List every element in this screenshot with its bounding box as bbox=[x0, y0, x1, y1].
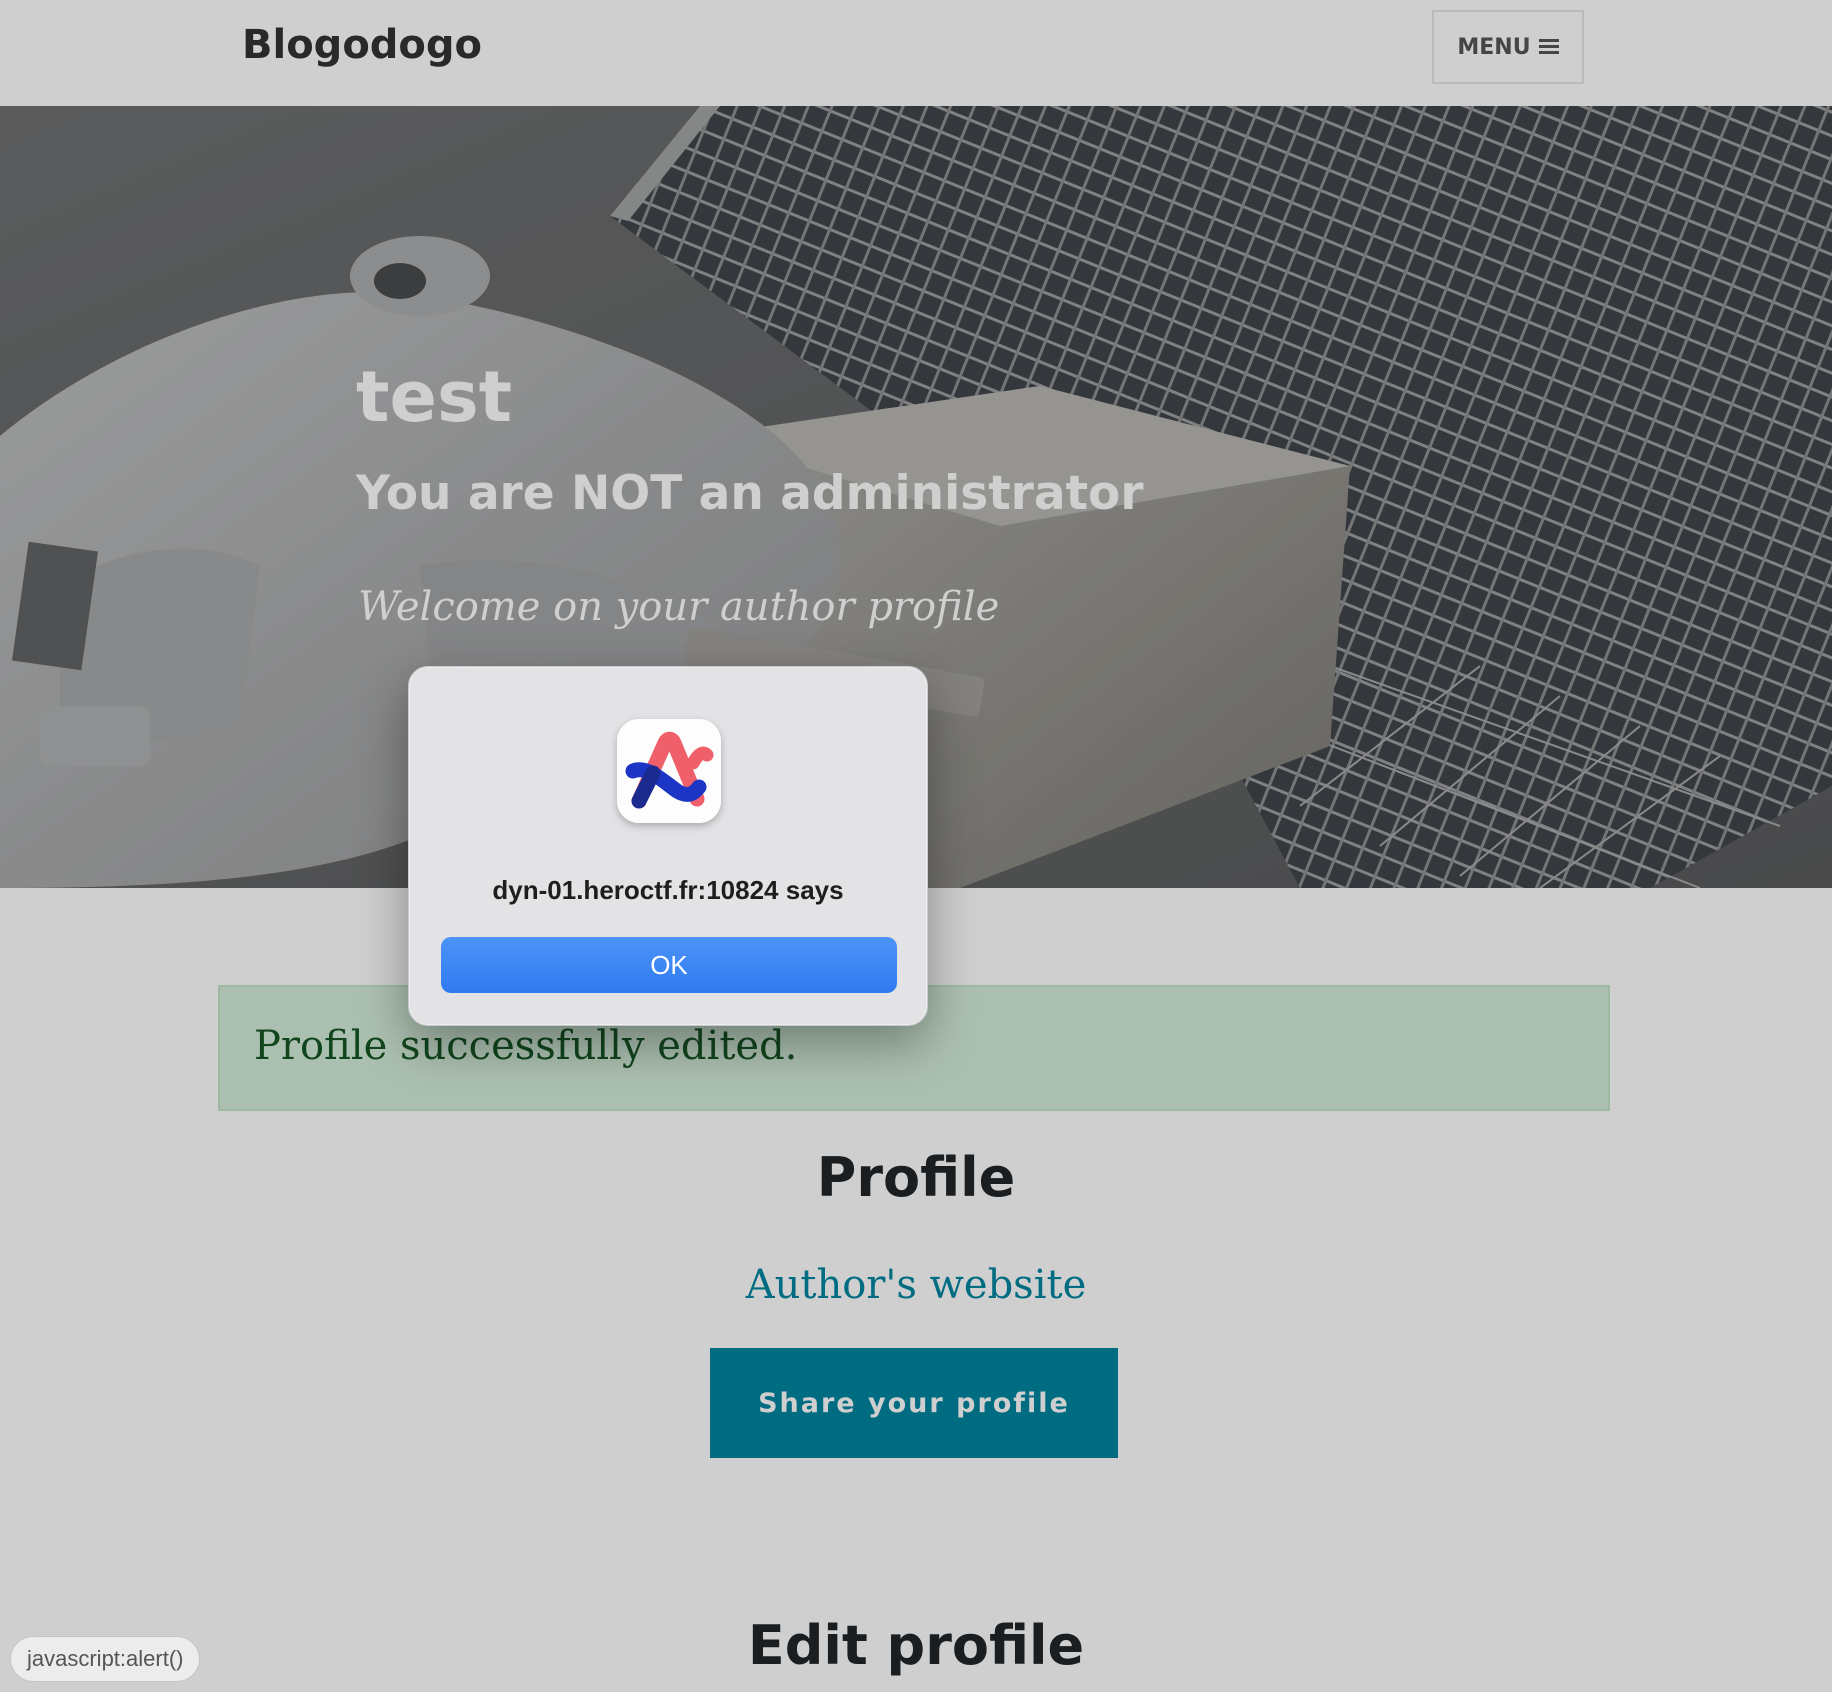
arc-browser-icon bbox=[617, 719, 721, 823]
link-status-bar: javascript:alert() bbox=[10, 1636, 201, 1682]
dialog-message: dyn-01.heroctf.fr:10824 says bbox=[492, 875, 844, 905]
ok-button[interactable]: OK bbox=[441, 937, 897, 993]
alert-dialog: dyn-01.heroctf.fr:10824 says OK bbox=[408, 666, 928, 1026]
